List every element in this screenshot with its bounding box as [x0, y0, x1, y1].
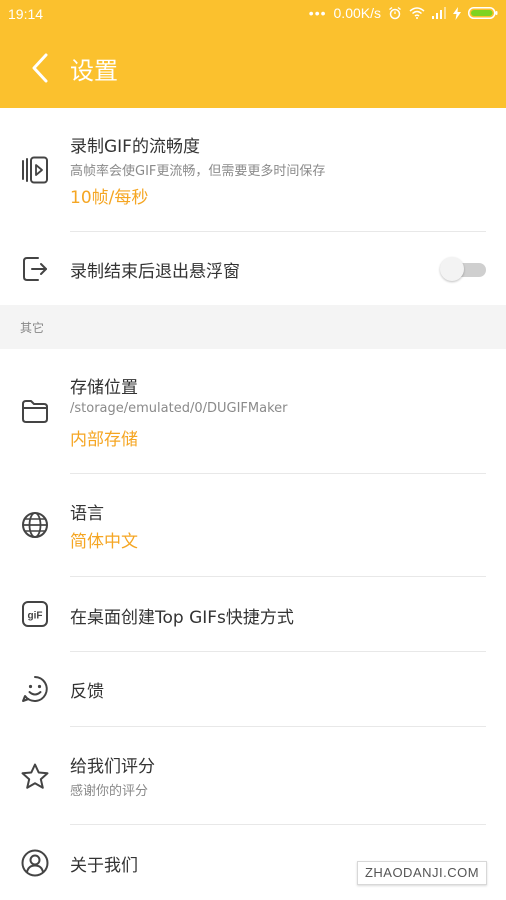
setting-language-label: 语言 — [70, 504, 104, 524]
setting-rate-subtitle: 感谢你的评分 — [70, 784, 149, 799]
setting-rate[interactable]: 给我们评分 感谢你的评分 — [0, 727, 506, 824]
setting-storage-label: 存储位置 — [70, 378, 138, 398]
charging-icon — [453, 6, 461, 20]
video-frames-icon — [22, 156, 48, 184]
svg-text:giF: giF — [28, 611, 43, 622]
setting-about-label: 关于我们 — [70, 856, 138, 876]
back-arrow-icon — [32, 53, 48, 83]
page-title: 设置 — [70, 57, 118, 85]
status-icons: ••• 0.00K/s — [309, 5, 498, 21]
setting-language[interactable]: 语言 简体中文 — [0, 474, 506, 576]
setting-shortcut-label: 在桌面创建Top GIFs快捷方式 — [70, 608, 294, 628]
star-icon — [21, 763, 49, 789]
setting-exit-float[interactable]: 录制结束后退出悬浮窗 — [0, 232, 506, 305]
toggle-knob — [440, 257, 464, 281]
alarm-icon — [389, 6, 401, 20]
setting-storage[interactable]: 存储位置 /storage/emulated/0/DUGIFMaker 内部存储 — [0, 349, 506, 473]
setting-shortcut[interactable]: giF 在桌面创建Top GIFs快捷方式 — [0, 577, 506, 651]
exit-icon — [23, 257, 47, 281]
setting-gif-fps-label: 录制GIF的流畅度 — [70, 137, 200, 157]
section-title: 其它 — [20, 321, 45, 335]
folder-icon — [22, 400, 48, 423]
setting-feedback[interactable]: 反馈 — [0, 652, 506, 726]
setting-feedback-label: 反馈 — [70, 682, 104, 702]
setting-rate-label: 给我们评分 — [70, 757, 155, 777]
gif-icon: giF — [22, 601, 48, 627]
wifi-icon — [409, 7, 425, 19]
app-bar: 设置 — [0, 28, 506, 108]
back-button[interactable] — [24, 50, 58, 86]
smiley-icon — [22, 676, 48, 702]
more-dots-icon: ••• — [308, 5, 327, 21]
setting-exit-float-label: 录制结束后退出悬浮窗 — [70, 262, 240, 282]
setting-language-value: 简体中文 — [70, 532, 138, 552]
battery-icon — [468, 7, 498, 19]
watermark: ZHAODANJI.COM — [357, 861, 487, 885]
setting-gif-fps-value: 10帧/每秒 — [70, 188, 149, 208]
status-time: 19:14 — [8, 6, 44, 22]
section-header-other: 其它 — [0, 305, 506, 349]
setting-storage-value: 内部存储 — [70, 430, 138, 450]
globe-icon — [22, 512, 48, 538]
network-speed: 0.00K/s — [333, 5, 381, 21]
setting-gif-fps-subtitle: 高帧率会使GIF更流畅，但需要更多时间保存 — [70, 164, 326, 179]
person-icon — [21, 849, 49, 877]
status-bar: 19:14 ••• 0.00K/s — [0, 0, 506, 28]
signal-icon — [432, 7, 446, 19]
exit-float-toggle[interactable] — [440, 257, 488, 281]
setting-gif-fps[interactable]: 录制GIF的流畅度 高帧率会使GIF更流畅，但需要更多时间保存 10帧/每秒 — [0, 108, 506, 232]
setting-storage-path: /storage/emulated/0/DUGIFMaker — [70, 401, 288, 416]
